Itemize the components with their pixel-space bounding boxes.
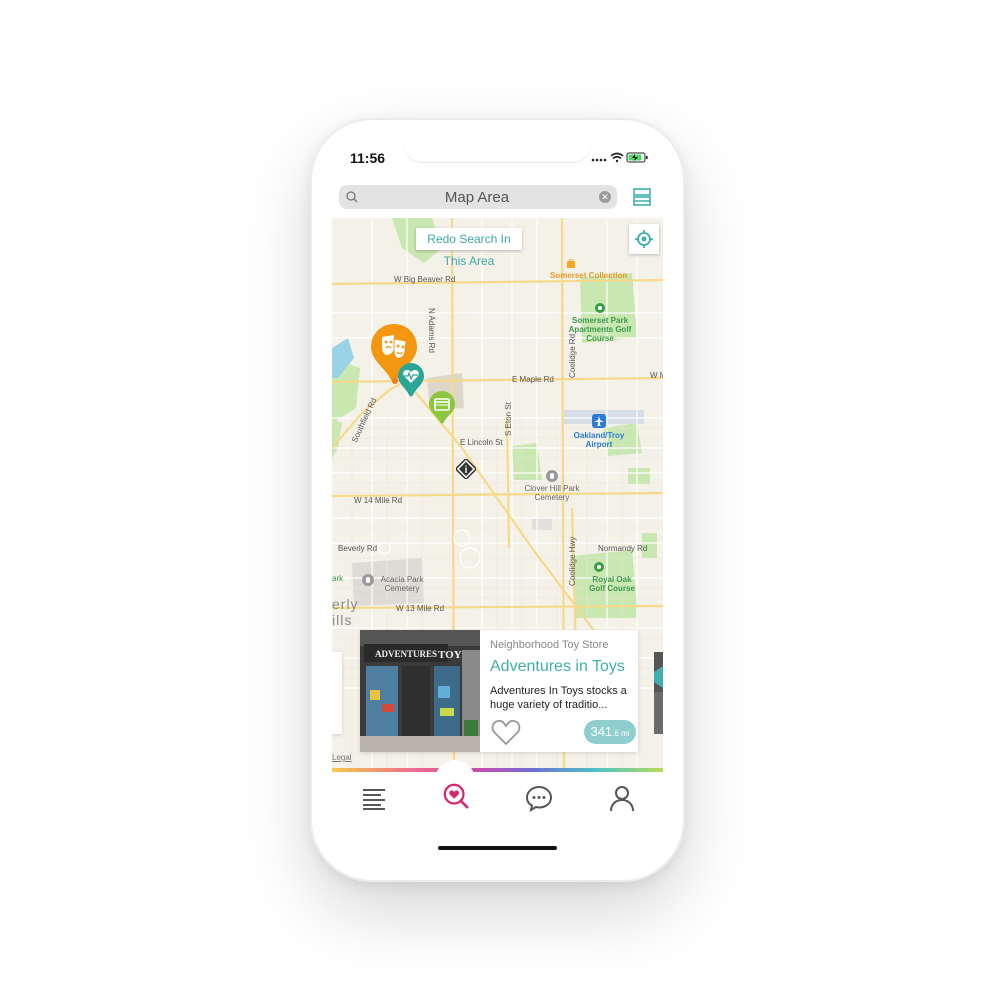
tag-icon [654,666,663,734]
place-royal-oak[interactable]: Royal Oak Golf Course [584,575,640,593]
crosshair-icon [635,230,653,248]
legal-link[interactable]: Legal [332,753,352,762]
road-label: Beverly Rd [338,544,378,553]
card-description: Adventures In Toys stocks a huge variety… [490,685,627,711]
place-clover-hill[interactable]: Clover Hill Park Cemetery [520,484,584,502]
road-label: E Maple Rd [512,375,554,384]
distance-unit: .6 mi [612,729,630,738]
favorite-heart-icon[interactable] [491,718,521,746]
wifi-icon [610,152,624,163]
clear-search-icon[interactable]: ✕ [599,191,611,203]
location-dot [392,378,398,384]
card-title[interactable]: Adventures in Toys [490,658,625,676]
heart-search-icon[interactable] [442,782,470,810]
place-oakland-troy[interactable]: Oakland/Troy Airport [566,431,632,449]
golf-icon [595,303,605,313]
road-label: N Adams Rd [427,308,436,353]
health-pin-icon[interactable] [397,362,425,398]
place-card[interactable]: ADVENTURES TOYS Neighborhood Toy Store A… [360,630,638,752]
road-label: W M [650,371,663,380]
road-label: Normandy Rd [598,544,648,553]
road-label: E Lincoln St [460,438,503,447]
battery-icon [626,152,648,163]
card-category: Neighborhood Toy Store [490,639,609,651]
notch [404,138,591,162]
search-bar[interactable]: ✕ [339,185,617,209]
city-label: ills [332,612,353,628]
signal-icon [591,158,607,162]
road-label: W 13 Mile Rd [396,604,445,613]
list-icon[interactable] [360,784,388,812]
status-icons [591,150,649,168]
place-acacia-park[interactable]: Acacia Park Cemetery [374,575,430,593]
road-label: ark [332,574,344,583]
cemetery-icon [362,574,374,586]
city-label: erly [332,596,359,612]
search-input[interactable] [363,185,591,209]
place-somerset-park[interactable]: Somerset Park Apartments Golf Course [562,316,638,343]
user-icon[interactable] [608,784,636,812]
svg-text:i: i [465,465,468,476]
chat-icon[interactable] [525,784,553,812]
cemetery-icon [546,470,558,482]
status-time: 11:56 [350,150,386,166]
redo-search-button[interactable]: Redo Search In This Area [416,228,522,268]
store-photo: ADVENTURES TOYS [360,630,480,752]
road-label: W Big Beaver Rd [394,275,456,284]
road-label: W 14 Mile Rd [354,496,403,505]
previous-card[interactable] [332,652,342,734]
road-label: Coolidge Hwy [568,536,577,586]
home-indicator [438,846,557,850]
place-somerset-collection[interactable]: Somerset Collection [550,271,627,280]
airport-icon [592,414,606,428]
info-marker-icon[interactable]: i [456,459,476,479]
distance-value: 341 [590,724,613,739]
road-label: S Eton St [504,402,513,436]
distance-badge: 341.6 mi [584,720,636,744]
app-screen: 11:56 ✕ [332,138,663,860]
locate-me-button[interactable] [629,224,659,254]
golf-icon [594,562,604,572]
shopping-bag-icon [567,259,575,268]
list-view-toggle-icon[interactable] [633,188,651,206]
svg-text:ADVENTURES: ADVENTURES [375,649,437,659]
next-card[interactable] [654,652,663,734]
store-pin-icon[interactable] [428,390,456,424]
search-icon [346,191,358,203]
